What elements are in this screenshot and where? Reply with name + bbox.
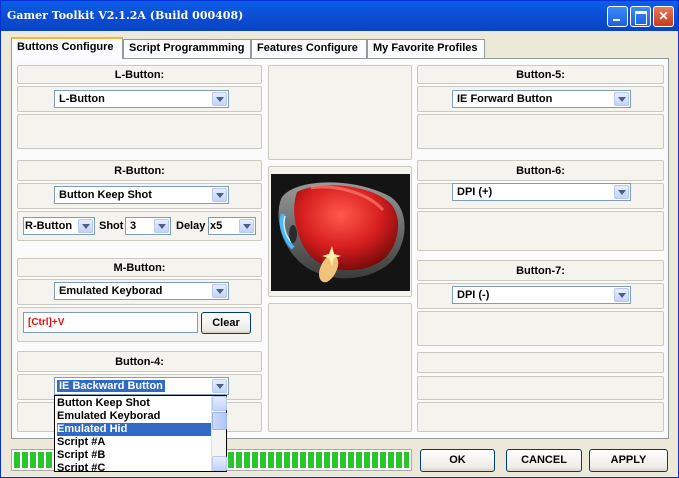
dropdown-option[interactable]: Script #C (57, 462, 105, 471)
button6-extra-panel (417, 211, 664, 251)
button4-dropdown-list[interactable]: Button Keep Shot Emulated Keyborad Emula… (54, 395, 227, 472)
minimize-icon (608, 7, 627, 26)
tab-my-favorite-profiles[interactable]: My Favorite Profiles (367, 39, 485, 58)
center-bottom-panel (268, 303, 412, 432)
scroll-down-icon[interactable] (212, 456, 227, 471)
dropdown-option[interactable]: Emulated Keyborad (57, 410, 160, 423)
right-empty-panel-3 (417, 402, 664, 432)
button5-label: Button-5: (516, 69, 565, 81)
l-button-extra-panel (17, 114, 262, 149)
delay-label: Delay (176, 220, 206, 232)
scroll-up-icon[interactable] (212, 396, 227, 411)
apply-button[interactable]: APPLY (589, 449, 668, 472)
shot-label: Shot (99, 220, 124, 232)
dropdown-option-selected[interactable]: Emulated Hid (57, 423, 213, 436)
shot-value: 3 (130, 220, 137, 232)
mouse-image (271, 174, 410, 291)
button5-header: Button-5: (417, 65, 664, 84)
button6-value: DPI (+) (457, 186, 493, 198)
dropdown-option[interactable]: Button Keep Shot (57, 397, 150, 410)
button4-value: IE Backward Button (57, 380, 165, 392)
button5-value: IE Forward Button (457, 93, 553, 105)
chevron-down-icon[interactable] (154, 219, 169, 233)
progress-bar-right (225, 449, 412, 471)
l-button-label: L-Button: (114, 69, 165, 81)
chevron-down-icon[interactable] (239, 219, 254, 233)
key-sequence-value: [Ctrl]+V (28, 317, 65, 328)
maximize-button[interactable] (630, 6, 651, 27)
delay-select[interactable]: x5 (208, 217, 256, 235)
m-button-header: M-Button: (17, 258, 262, 277)
right-empty-panel-1 (417, 352, 664, 373)
chevron-down-icon[interactable] (614, 92, 629, 106)
close-icon: ✕ (658, 9, 669, 23)
l-button-value: L-Button (59, 93, 105, 105)
button7-value: DPI (-) (457, 289, 490, 301)
button4-select[interactable]: IE Backward Button (54, 377, 229, 395)
button5-select[interactable]: IE Forward Button (452, 90, 631, 108)
r-button-value: Button Keep Shot (59, 189, 152, 201)
button6-header: Button-6: (417, 160, 664, 181)
chevron-down-icon[interactable] (212, 92, 227, 106)
button6-select[interactable]: DPI (+) (452, 183, 631, 201)
scroll-thumb[interactable] (212, 412, 227, 430)
dropdown-option[interactable]: Script #B (57, 449, 105, 462)
tab-buttons-configure[interactable]: Buttons Configure (11, 37, 123, 59)
dropdown-option[interactable]: Script #A (57, 436, 105, 449)
l-button-select[interactable]: L-Button (54, 90, 229, 108)
shot-select[interactable]: 3 (125, 217, 171, 235)
center-top-panel (268, 65, 412, 160)
delay-value: x5 (210, 220, 223, 232)
button4-header: Button-4: (17, 351, 262, 372)
ok-button[interactable]: OK (420, 449, 495, 472)
dropdown-scrollbar[interactable] (211, 396, 227, 471)
title-bar[interactable]: Gamer Toolkit V2.1.2A (Build 000408) ✕ (1, 1, 678, 31)
r-button-label: R-Button: (114, 165, 165, 177)
window-title: Gamer Toolkit V2.1.2A (Build 000408) (7, 9, 244, 22)
chevron-down-icon[interactable] (212, 188, 227, 202)
r-button-select[interactable]: Button Keep Shot (54, 186, 229, 204)
right-empty-panel-2 (417, 376, 664, 400)
m-button-value: Emulated Keyborad (59, 285, 163, 297)
chevron-down-icon[interactable] (78, 219, 93, 233)
button5-extra-panel (417, 114, 664, 149)
chevron-down-icon[interactable] (614, 288, 629, 302)
chevron-down-icon[interactable] (212, 284, 227, 298)
app-window: Gamer Toolkit V2.1.2A (Build 000408) ✕ B… (0, 0, 679, 478)
l-button-header: L-Button: (17, 65, 262, 84)
m-button-label: M-Button: (113, 262, 166, 274)
button7-select[interactable]: DPI (-) (452, 286, 631, 304)
minimize-button[interactable] (607, 6, 628, 27)
button7-header: Button-7: (417, 260, 664, 281)
r-button-sub-select[interactable]: R-Button (23, 217, 95, 235)
chevron-down-icon[interactable] (212, 379, 227, 393)
button6-label: Button-6: (516, 165, 565, 177)
m-button-select[interactable]: Emulated Keyborad (54, 282, 229, 300)
tab-features-configure[interactable]: Features Configure (251, 39, 367, 58)
key-sequence-input[interactable]: [Ctrl]+V (23, 312, 198, 333)
close-button[interactable]: ✕ (653, 6, 674, 27)
maximize-icon (631, 7, 650, 26)
r-button-sub-value: R-Button (25, 220, 73, 232)
cancel-button[interactable]: CANCEL (506, 449, 582, 472)
button4-label: Button-4: (115, 356, 164, 368)
button7-label: Button-7: (516, 265, 565, 277)
r-button-header: R-Button: (17, 160, 262, 181)
progress-fill-left (14, 452, 53, 468)
chevron-down-icon[interactable] (614, 185, 629, 199)
button7-extra-panel (417, 311, 664, 346)
tab-script-programming[interactable]: Script Programmming (123, 39, 251, 58)
progress-bar-left (11, 449, 56, 471)
gaming-mouse-icon (278, 182, 405, 283)
clear-button[interactable]: Clear (201, 312, 251, 334)
progress-fill-right (228, 452, 409, 468)
